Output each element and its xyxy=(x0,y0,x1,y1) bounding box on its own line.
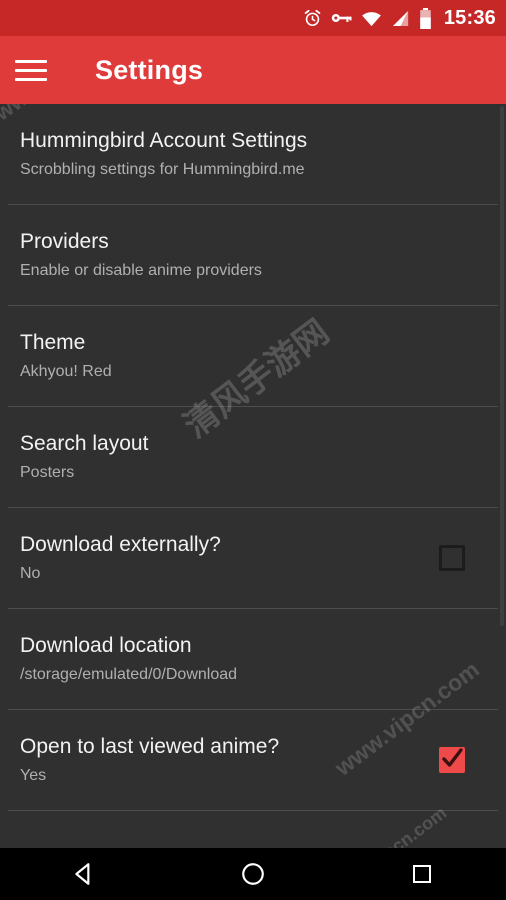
signal-icon xyxy=(391,10,410,27)
back-icon[interactable] xyxy=(29,848,139,900)
status-bar-clock: 15:36 xyxy=(443,6,496,29)
item-title: Open to last viewed anime? xyxy=(20,735,280,758)
item-title: Providers xyxy=(20,230,109,253)
item-text-block: Download location /storage/emulated/0/Do… xyxy=(20,633,486,685)
settings-item-theme[interactable]: Theme Akhyou! Red xyxy=(0,306,506,406)
item-title: Download externally? xyxy=(20,533,221,556)
item-title: Theme xyxy=(20,331,86,354)
hamburger-menu-icon[interactable] xyxy=(0,36,62,104)
page-title: Settings xyxy=(95,54,204,85)
settings-item-download-location[interactable]: Download location /storage/emulated/0/Do… xyxy=(0,609,506,709)
wifi-icon xyxy=(361,10,382,27)
menu-bar-3 xyxy=(15,77,47,81)
vpn-key-icon xyxy=(331,10,352,26)
checkbox-open-last-viewed[interactable] xyxy=(439,747,465,773)
item-summary: Posters xyxy=(20,464,75,481)
battery-icon xyxy=(419,7,432,29)
settings-item-download-externally[interactable]: Download externally? No xyxy=(0,508,506,608)
recents-icon[interactable] xyxy=(367,848,477,900)
item-summary: Akhyou! Red xyxy=(20,363,112,380)
check-icon xyxy=(442,748,463,767)
item-text-block: Theme Akhyou! Red xyxy=(20,330,486,382)
item-text-block: Download externally? No xyxy=(20,532,439,584)
item-text-block: Hummingbird Account Settings Scrobbling … xyxy=(20,128,486,180)
item-summary: No xyxy=(20,565,41,582)
item-summary: /storage/emulated/0/Download xyxy=(20,666,238,683)
scrollbar-thumb[interactable] xyxy=(500,106,504,626)
status-bar: 15:36 xyxy=(0,0,506,36)
item-text-block: Search layout Posters xyxy=(20,431,486,483)
settings-item-auto-update[interactable]: Auto update? xyxy=(0,811,506,849)
scrollbar[interactable] xyxy=(500,104,504,848)
alarm-icon xyxy=(303,9,322,28)
checkbox-download-externally[interactable] xyxy=(439,545,465,571)
settings-list[interactable]: Hummingbird Account Settings Scrobbling … xyxy=(0,104,506,848)
phone-screen: 15:36 Settings Hummingbird Account Setti… xyxy=(0,0,506,900)
item-title: Download location xyxy=(20,634,192,657)
home-icon[interactable] xyxy=(198,848,308,900)
item-summary: Scrobbling settings for Hummingbird.me xyxy=(20,161,305,178)
item-text-block: Open to last viewed anime? Yes xyxy=(20,734,439,786)
item-summary: Enable or disable anime providers xyxy=(20,262,262,279)
settings-item-hummingbird-account[interactable]: Hummingbird Account Settings Scrobbling … xyxy=(0,104,506,204)
menu-bar-1 xyxy=(15,59,47,63)
navigation-bar xyxy=(0,848,506,900)
item-title: Search layout xyxy=(20,432,149,455)
settings-item-search-layout[interactable]: Search layout Posters xyxy=(0,407,506,507)
item-text-block: Providers Enable or disable anime provid… xyxy=(20,229,486,281)
menu-bar-2 xyxy=(15,68,47,72)
item-title: Hummingbird Account Settings xyxy=(20,129,308,152)
settings-item-open-last-viewed[interactable]: Open to last viewed anime? Yes xyxy=(0,710,506,810)
settings-item-providers[interactable]: Providers Enable or disable anime provid… xyxy=(0,205,506,305)
app-bar: Settings xyxy=(0,36,506,104)
item-summary: Yes xyxy=(20,767,47,784)
